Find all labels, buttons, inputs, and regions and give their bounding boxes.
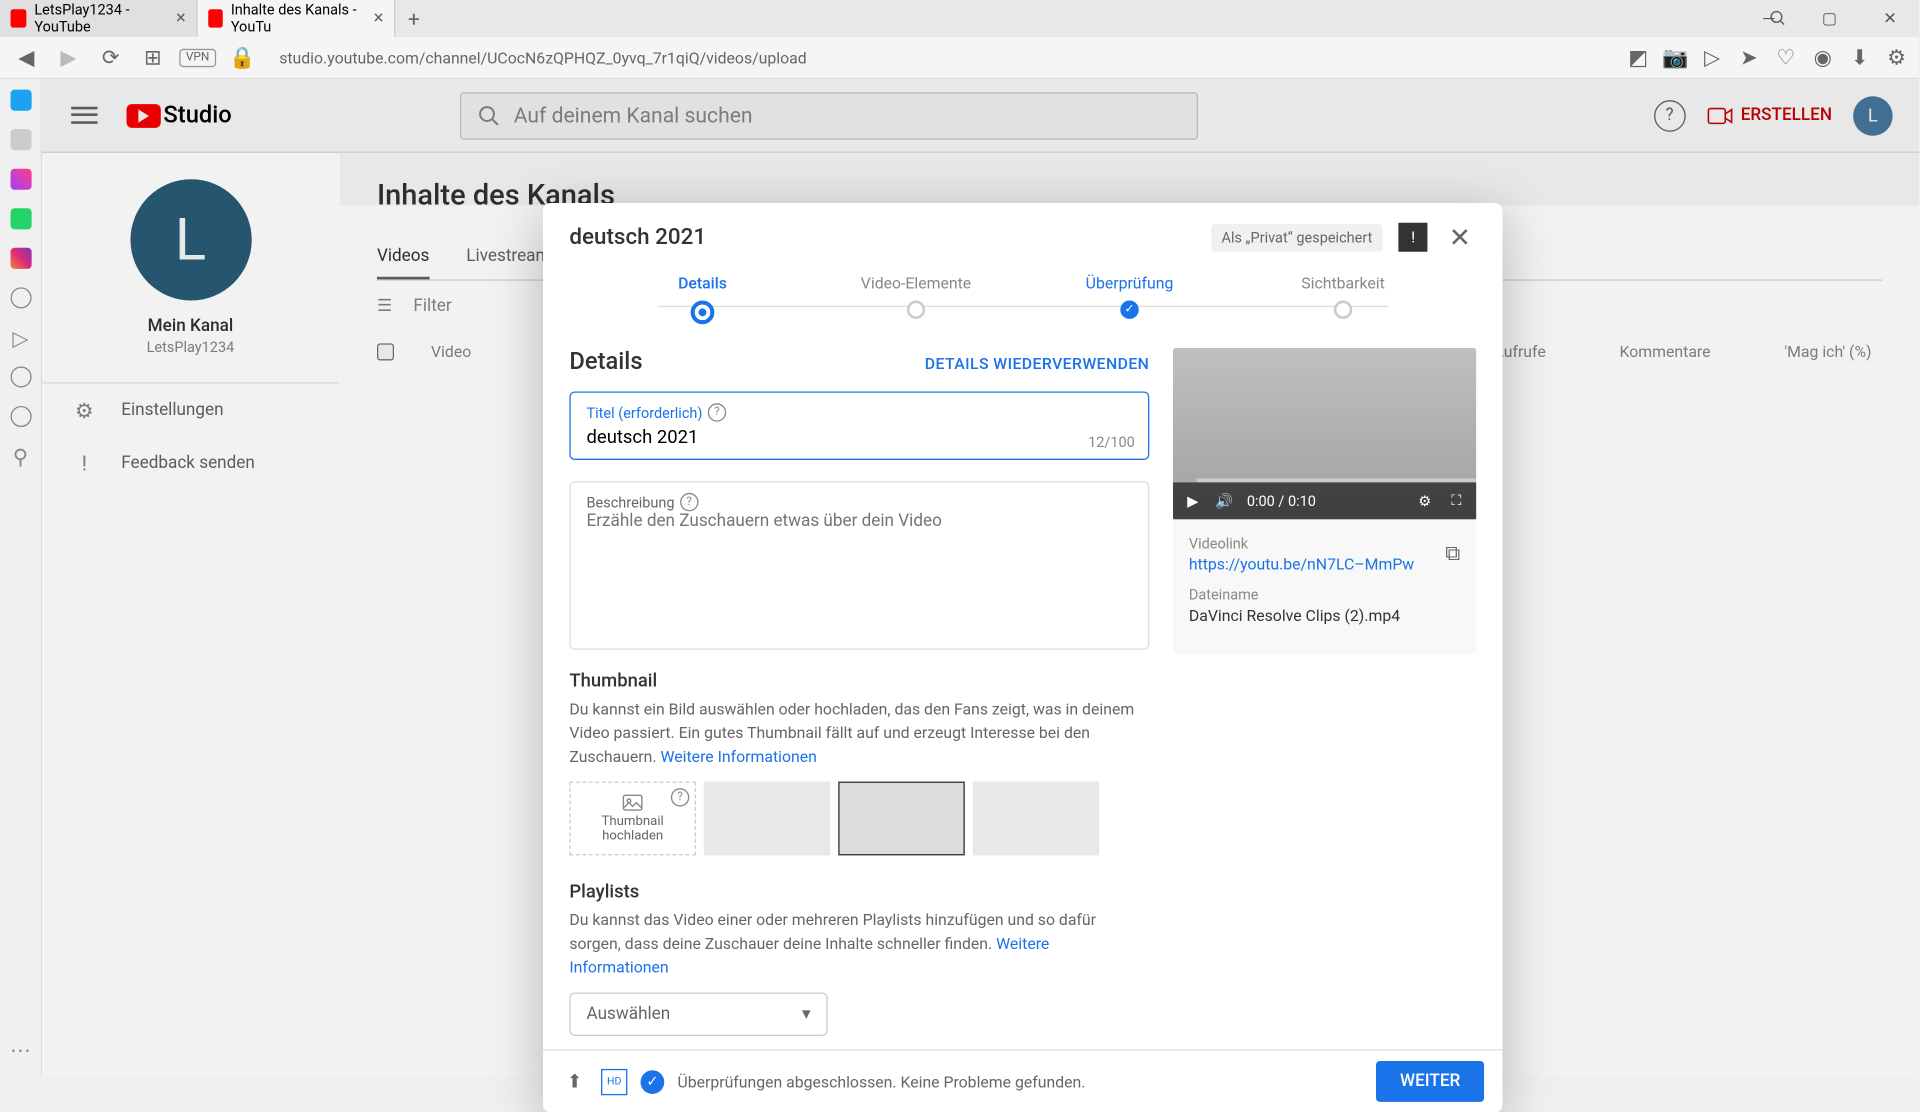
upload-dialog: deutsch 2021 Als „Privat“ gespeichert ! …	[543, 203, 1503, 1112]
new-tab-button[interactable]: +	[395, 0, 432, 37]
check-icon: ✓	[641, 1070, 665, 1094]
pin-icon[interactable]: ⚲	[10, 445, 31, 466]
send-icon[interactable]: ➤	[1737, 45, 1761, 69]
thumbnail-heading: Thumbnail	[569, 671, 1149, 692]
twitter-icon[interactable]	[10, 90, 31, 111]
url-bar[interactable]: studio.youtube.com/channel/UCocN6zQPHQZ_…	[269, 43, 1616, 72]
instagram-icon[interactable]	[10, 248, 31, 269]
step-label: Überprüfung	[1086, 274, 1174, 292]
title-input[interactable]	[587, 422, 1133, 451]
step-video-elements[interactable]: Video-Elemente	[809, 274, 1023, 319]
extensions-icon[interactable]: ◉	[1811, 45, 1835, 69]
videolink-value[interactable]: https://youtu.be/nN7LC–MmPw	[1189, 555, 1461, 573]
tab-title: Inhalte des Kanals - YouTu	[231, 1, 366, 35]
description-field[interactable]: Beschreibung ?	[569, 481, 1149, 650]
browser-titlebar: LetsPlay1234 - YouTube × Inhalte des Kan…	[0, 0, 1919, 37]
filename-label: Dateiname	[1189, 587, 1461, 604]
dialog-title: deutsch 2021	[569, 224, 706, 250]
video-time: 0:00 / 0:10	[1247, 492, 1316, 509]
youtube-favicon	[208, 9, 223, 27]
step-label: Sichtbarkeit	[1301, 274, 1385, 292]
step-label: Video-Elemente	[861, 274, 971, 292]
playlists-description: Du kannst das Video einer oder mehreren …	[569, 908, 1149, 979]
video-preview[interactable]: ▶ 🔊 0:00 / 0:10 ⚙ ⛶	[1173, 348, 1476, 519]
thumbnail-option[interactable]	[704, 782, 831, 856]
playlist-select[interactable]: Auswählen ▾	[569, 992, 827, 1035]
step-review[interactable]: Überprüfung ✓	[1023, 274, 1237, 319]
opera-sidebar: ▷ ⚲ ⋯	[0, 79, 42, 1075]
checks-status: Überprüfungen abgeschlossen. Keine Probl…	[677, 1072, 1085, 1090]
filename-value: DaVinci Resolve Clips (2).mp4	[1189, 606, 1461, 624]
feedback-icon[interactable]: !	[1399, 223, 1428, 252]
easy-setup-icon[interactable]: ⚙	[1885, 45, 1909, 69]
camera-icon[interactable]: 📷	[1663, 45, 1687, 69]
thumbnail-upload-button[interactable]: ? Thumbnail hochladen	[569, 782, 696, 856]
more-info-link[interactable]: Weitere Informationen	[660, 747, 816, 765]
browser-tab[interactable]: Inhalte des Kanals - YouTu ×	[198, 0, 396, 37]
thumbnail-option[interactable]	[838, 782, 965, 856]
lock-icon: 🔒	[226, 42, 258, 74]
reuse-details-link[interactable]: DETAILS WIEDERVERWENDEN	[925, 355, 1150, 373]
player-icon[interactable]	[10, 287, 31, 308]
heart-icon[interactable]: ♡	[1774, 45, 1798, 69]
bookmark-icon[interactable]: ▷	[1700, 45, 1724, 69]
snapshot-icon[interactable]: ◩	[1626, 45, 1650, 69]
clock-icon[interactable]	[10, 366, 31, 387]
details-heading: Details	[569, 348, 642, 376]
minimize-button[interactable]: ─	[1740, 0, 1798, 37]
field-label: Titel (erforderlich)	[587, 404, 703, 421]
help-icon[interactable]: ?	[708, 403, 726, 421]
whatsapp-icon[interactable]	[10, 208, 31, 229]
download-icon[interactable]: ⬇	[1848, 45, 1872, 69]
character-counter: 12/100	[1088, 434, 1135, 451]
more-icon[interactable]: ⋯	[10, 1037, 31, 1062]
step-visibility[interactable]: Sichtbarkeit	[1236, 274, 1450, 319]
close-icon[interactable]: ×	[176, 8, 186, 29]
hd-icon: HD	[601, 1068, 627, 1094]
upload-status-icon: ⬆	[561, 1068, 587, 1094]
thumbnail-upload-label: Thumbnail hochladen	[571, 815, 695, 844]
maximize-button[interactable]: ▢	[1800, 0, 1858, 37]
close-window-button[interactable]: ✕	[1861, 0, 1919, 37]
save-status-badge: Als „Privat“ gespeichert	[1211, 223, 1383, 251]
close-icon[interactable]: ✕	[1444, 221, 1477, 253]
help-icon[interactable]: ?	[671, 788, 689, 806]
copy-icon[interactable]: ⧉	[1445, 540, 1460, 566]
thumbnail-description: Du kannst ein Bild auswählen oder hochla…	[569, 697, 1149, 768]
next-button[interactable]: WEITER	[1376, 1061, 1484, 1102]
close-icon[interactable]: ×	[374, 8, 384, 29]
back-button[interactable]: ◀	[11, 42, 43, 74]
history-icon[interactable]	[10, 406, 31, 427]
browser-tab[interactable]: LetsPlay1234 - YouTube ×	[0, 0, 198, 37]
vpn-badge[interactable]: VPN	[179, 48, 216, 66]
messenger-icon[interactable]	[10, 169, 31, 190]
youtube-favicon	[11, 9, 27, 27]
help-icon[interactable]: ?	[680, 493, 698, 511]
reload-button[interactable]: ⟳	[95, 42, 127, 74]
image-icon	[621, 793, 645, 811]
tab-title: LetsPlay1234 - YouTube	[34, 1, 168, 35]
play-icon[interactable]: ▷	[10, 327, 31, 348]
fullscreen-icon[interactable]: ⛶	[1447, 492, 1465, 510]
videolink-label: Videolink	[1189, 535, 1461, 552]
field-label: Beschreibung	[587, 494, 675, 511]
step-label: Details	[678, 274, 727, 292]
select-label: Auswählen	[587, 1004, 671, 1024]
chevron-down-icon: ▾	[802, 1004, 811, 1024]
volume-icon[interactable]: 🔊	[1215, 492, 1233, 510]
step-details[interactable]: Details	[596, 274, 810, 324]
thumbnail-option[interactable]	[973, 782, 1100, 856]
title-field[interactable]: Titel (erforderlich) ? 12/100	[569, 391, 1149, 460]
settings-icon[interactable]: ⚙	[1416, 492, 1434, 510]
play-icon[interactable]: ▶	[1184, 492, 1202, 510]
playlists-heading: Playlists	[569, 882, 1149, 903]
description-input[interactable]	[587, 511, 1133, 630]
workspace-icon[interactable]	[10, 129, 31, 150]
speed-dial-icon[interactable]: ⊞	[137, 42, 169, 74]
browser-toolbar: ◀ ▶ ⟳ ⊞ VPN 🔒 studio.youtube.com/channel…	[0, 37, 1919, 79]
forward-button[interactable]: ▶	[53, 42, 85, 74]
stepper: Details Video-Elemente Überprüfung ✓ Sic…	[543, 266, 1503, 337]
